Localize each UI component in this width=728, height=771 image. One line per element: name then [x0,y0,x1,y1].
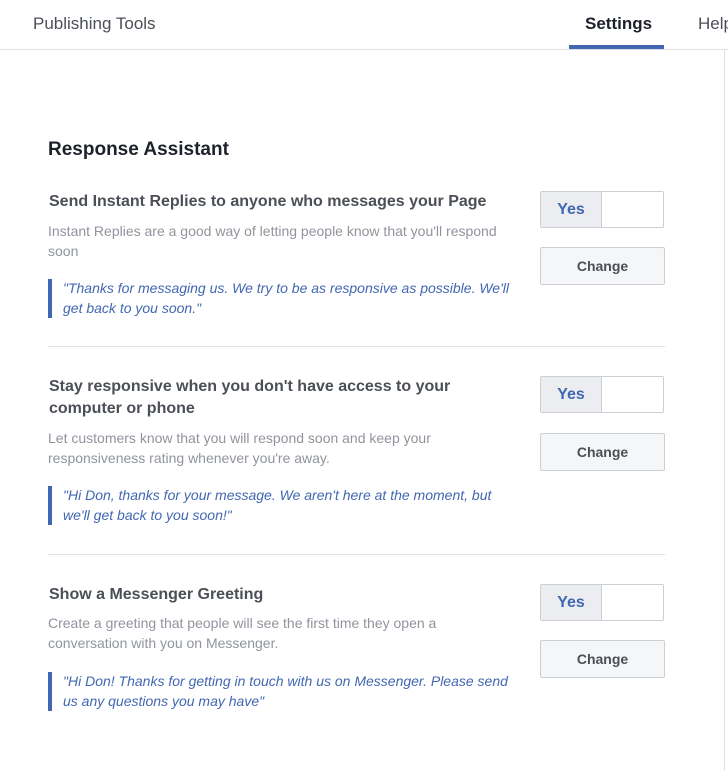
setting-description: Create a greeting that people will see t… [48,615,437,651]
toggle-yes-label: Yes [541,585,602,620]
toggle-yes-label: Yes [541,192,602,227]
setting-message-preview: "Hi Don, thanks for your message. We are… [48,486,513,525]
toggle-off-area [602,192,663,227]
setting-message-preview: "Hi Don! Thanks for getting in touch wit… [48,672,508,711]
toggle-off-area [602,585,663,620]
instant-replies-toggle[interactable]: Yes [540,191,664,228]
setting-item-messenger-greeting: Show a Messenger Greeting Create a greet… [48,584,665,724]
tab-settings[interactable]: Settings [585,14,652,34]
change-button[interactable]: Change [540,640,665,678]
change-button[interactable]: Change [540,433,665,471]
setting-item-instant-replies: Send Instant Replies to anyone who messa… [48,191,665,331]
setting-message-preview: "Thanks for messaging us. We try to be a… [48,279,518,318]
section-title: Response Assistant [48,139,229,160]
toggle-off-area [602,377,663,412]
setting-title: Show a Messenger Greeting [49,586,264,603]
setting-title: Send Instant Replies to anyone who messa… [49,193,487,210]
away-message-toggle[interactable]: Yes [540,376,664,413]
toggle-yes-label: Yes [541,377,602,412]
tab-help[interactable]: Help [698,14,728,34]
setting-title: Stay responsive when you don't have acce… [49,378,451,417]
setting-item-away-message: Stay responsive when you don't have acce… [48,376,665,536]
setting-description: Instant Replies are a good way of lettin… [48,223,497,259]
section-divider [48,554,665,555]
setting-description: Let customers know that you will respond… [48,430,431,466]
active-tab-indicator [569,45,664,49]
section-divider [48,346,665,347]
content-edge-divider [724,50,725,771]
publishing-tools-link[interactable]: Publishing Tools [33,14,156,34]
messenger-greeting-toggle[interactable]: Yes [540,584,664,621]
change-button[interactable]: Change [540,247,665,285]
top-nav-bar: Publishing Tools Settings Help [0,0,728,50]
